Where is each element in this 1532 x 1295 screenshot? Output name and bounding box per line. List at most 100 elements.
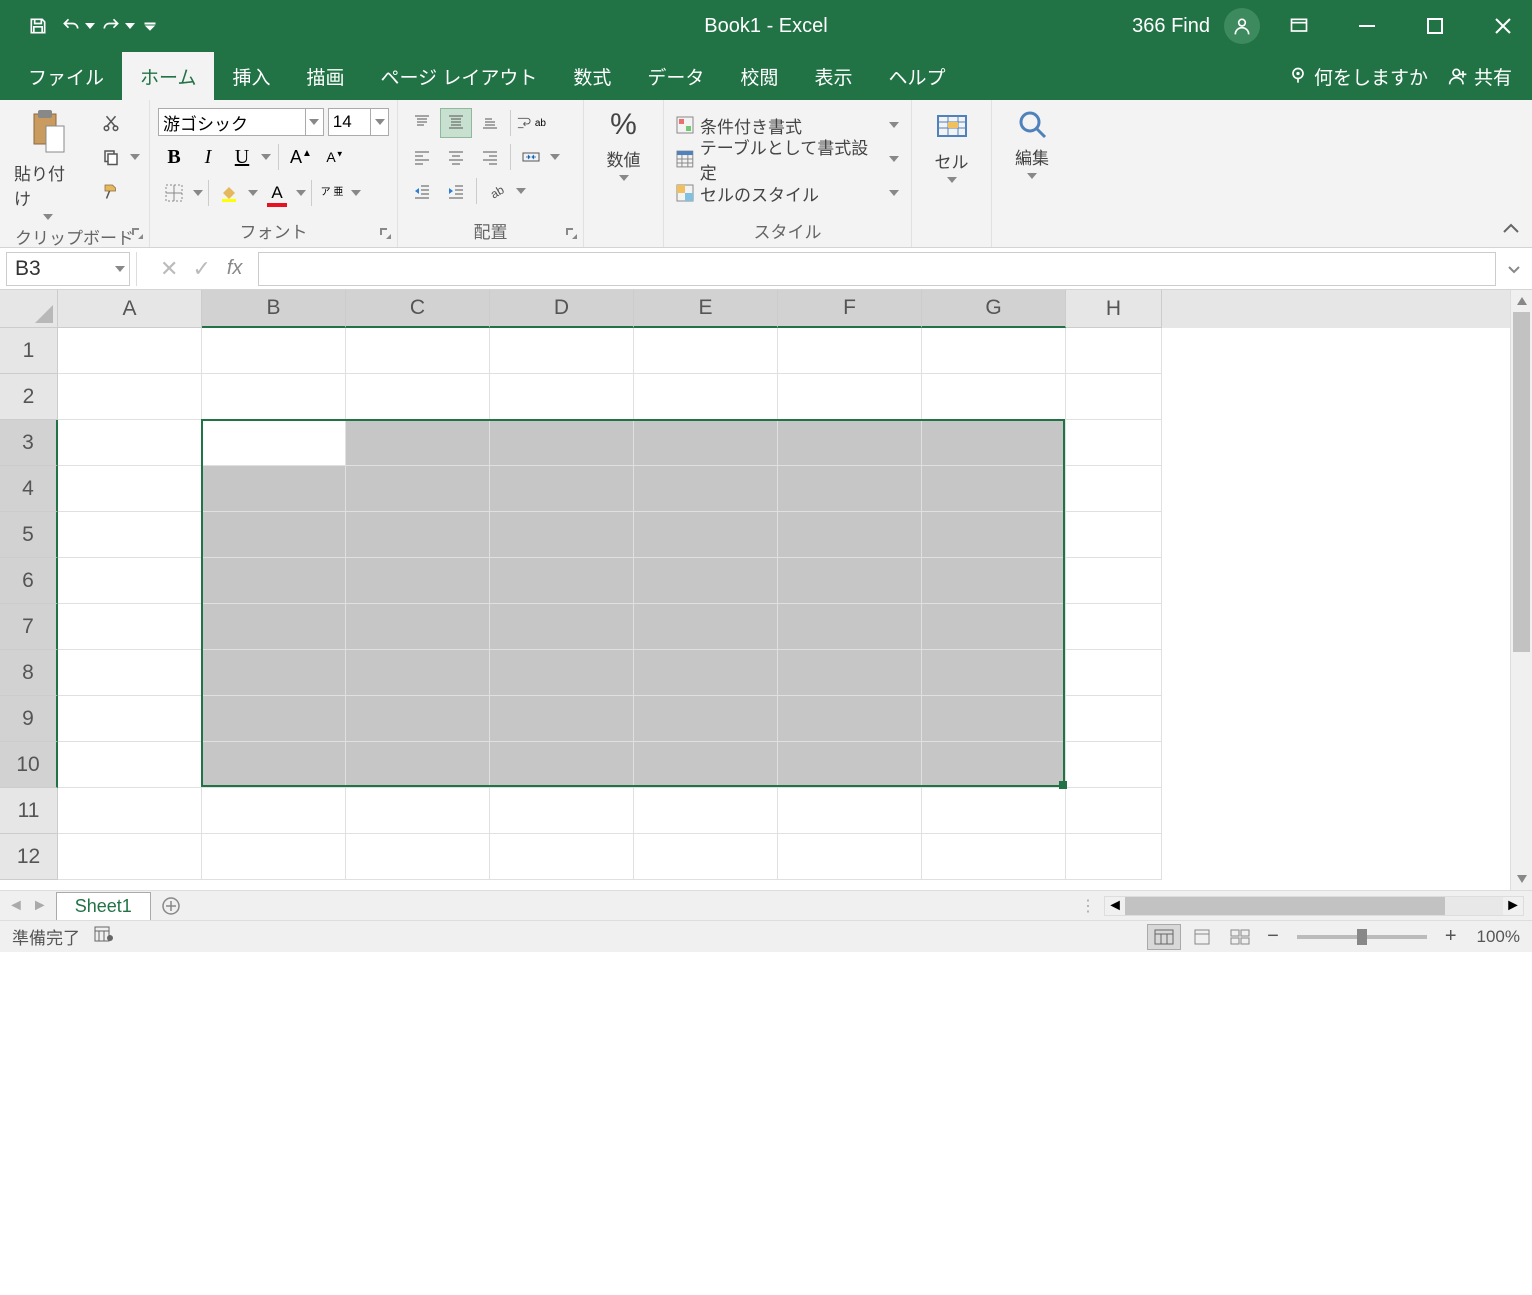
number-format-button[interactable]: % 数値 — [590, 104, 657, 185]
cell[interactable] — [778, 742, 922, 788]
cell[interactable] — [1066, 420, 1162, 466]
cell[interactable] — [202, 650, 346, 696]
cell[interactable] — [346, 558, 490, 604]
cell-styles-button[interactable]: セルのスタイル — [672, 176, 903, 210]
cell[interactable] — [346, 420, 490, 466]
font-color-dropdown[interactable] — [295, 178, 307, 208]
phonetic-button[interactable]: ア 亜 — [316, 178, 348, 208]
cell[interactable] — [58, 696, 202, 742]
phonetic-dropdown[interactable] — [350, 178, 362, 208]
scroll-up-button[interactable] — [1511, 290, 1532, 312]
row-header[interactable]: 1 — [0, 328, 58, 374]
underline-dropdown[interactable] — [260, 142, 272, 172]
close-button[interactable] — [1474, 0, 1532, 52]
tab-page-layout[interactable]: ページ レイアウト — [362, 52, 555, 100]
cell[interactable] — [1066, 466, 1162, 512]
cell[interactable] — [778, 604, 922, 650]
column-header[interactable]: C — [346, 290, 490, 328]
cell[interactable] — [490, 512, 634, 558]
new-sheet-button[interactable] — [157, 892, 185, 920]
cell[interactable] — [778, 374, 922, 420]
cell[interactable] — [778, 696, 922, 742]
cell[interactable] — [346, 788, 490, 834]
scroll-left-button[interactable]: ◄ — [1105, 897, 1125, 915]
decrease-font-button[interactable]: A▼ — [319, 142, 351, 172]
cell[interactable] — [490, 374, 634, 420]
cell[interactable] — [490, 466, 634, 512]
cell[interactable] — [490, 328, 634, 374]
cell[interactable] — [490, 742, 634, 788]
column-header[interactable]: H — [1066, 290, 1162, 328]
cell[interactable] — [490, 558, 634, 604]
cell[interactable] — [1066, 650, 1162, 696]
cell[interactable] — [634, 512, 778, 558]
font-size-combo[interactable]: 14 — [328, 108, 372, 136]
cell[interactable] — [1066, 788, 1162, 834]
cell[interactable] — [1066, 558, 1162, 604]
cell[interactable] — [634, 466, 778, 512]
font-launcher[interactable] — [377, 225, 393, 241]
font-name-combo[interactable]: 游ゴシック — [158, 108, 306, 136]
row-header[interactable]: 4 — [0, 466, 58, 512]
cell[interactable] — [202, 466, 346, 512]
page-break-view-button[interactable] — [1223, 924, 1257, 950]
cell[interactable] — [346, 512, 490, 558]
ribbon-display-options-button[interactable] — [1270, 0, 1328, 52]
redo-button[interactable] — [98, 6, 138, 46]
cut-button[interactable] — [95, 108, 127, 138]
row-header[interactable]: 5 — [0, 512, 58, 558]
cell[interactable] — [346, 328, 490, 374]
cell[interactable] — [1066, 374, 1162, 420]
cell[interactable] — [202, 742, 346, 788]
cell[interactable] — [202, 420, 346, 466]
row-header[interactable]: 10 — [0, 742, 58, 788]
cell[interactable] — [922, 328, 1066, 374]
scroll-right-button[interactable]: ► — [1503, 897, 1523, 915]
cell[interactable] — [1066, 328, 1162, 374]
orientation-dropdown[interactable] — [515, 176, 527, 206]
cell[interactable] — [202, 558, 346, 604]
normal-view-button[interactable] — [1147, 924, 1181, 950]
user-avatar[interactable] — [1224, 8, 1260, 44]
share-button[interactable]: 共有 — [1448, 52, 1532, 100]
align-bottom-button[interactable] — [474, 108, 506, 138]
align-right-button[interactable] — [474, 142, 506, 172]
align-left-button[interactable] — [406, 142, 438, 172]
cell[interactable] — [1066, 834, 1162, 880]
font-color-button[interactable]: A — [261, 178, 293, 208]
sheet-nav-next[interactable]: ► — [32, 897, 48, 915]
cell[interactable] — [922, 466, 1066, 512]
zoom-slider[interactable] — [1297, 935, 1427, 939]
italic-button[interactable]: I — [192, 142, 224, 172]
cell[interactable] — [490, 696, 634, 742]
cell[interactable] — [634, 420, 778, 466]
cell[interactable] — [922, 788, 1066, 834]
tab-view[interactable]: 表示 — [796, 52, 870, 100]
cell[interactable] — [202, 328, 346, 374]
cell[interactable] — [922, 512, 1066, 558]
align-center-button[interactable] — [440, 142, 472, 172]
tell-me-search[interactable]: 何をしますか — [1288, 52, 1448, 100]
cell[interactable] — [202, 604, 346, 650]
cell[interactable] — [778, 512, 922, 558]
cell[interactable] — [490, 420, 634, 466]
bold-button[interactable]: B — [158, 142, 190, 172]
cell[interactable] — [634, 374, 778, 420]
hscroll-thumb[interactable] — [1125, 897, 1445, 915]
cell[interactable] — [346, 466, 490, 512]
column-header[interactable]: G — [922, 290, 1066, 328]
cell[interactable] — [490, 650, 634, 696]
row-header[interactable]: 9 — [0, 696, 58, 742]
name-box[interactable]: B3 — [6, 252, 130, 286]
cell[interactable] — [778, 558, 922, 604]
fill-color-dropdown[interactable] — [247, 178, 259, 208]
cell[interactable] — [922, 420, 1066, 466]
cell[interactable] — [634, 650, 778, 696]
align-top-button[interactable] — [406, 108, 438, 138]
decrease-indent-button[interactable] — [406, 176, 438, 206]
cell[interactable] — [346, 604, 490, 650]
undo-button[interactable] — [58, 6, 98, 46]
cell[interactable] — [922, 604, 1066, 650]
select-all-button[interactable] — [0, 290, 58, 328]
cell[interactable] — [202, 374, 346, 420]
